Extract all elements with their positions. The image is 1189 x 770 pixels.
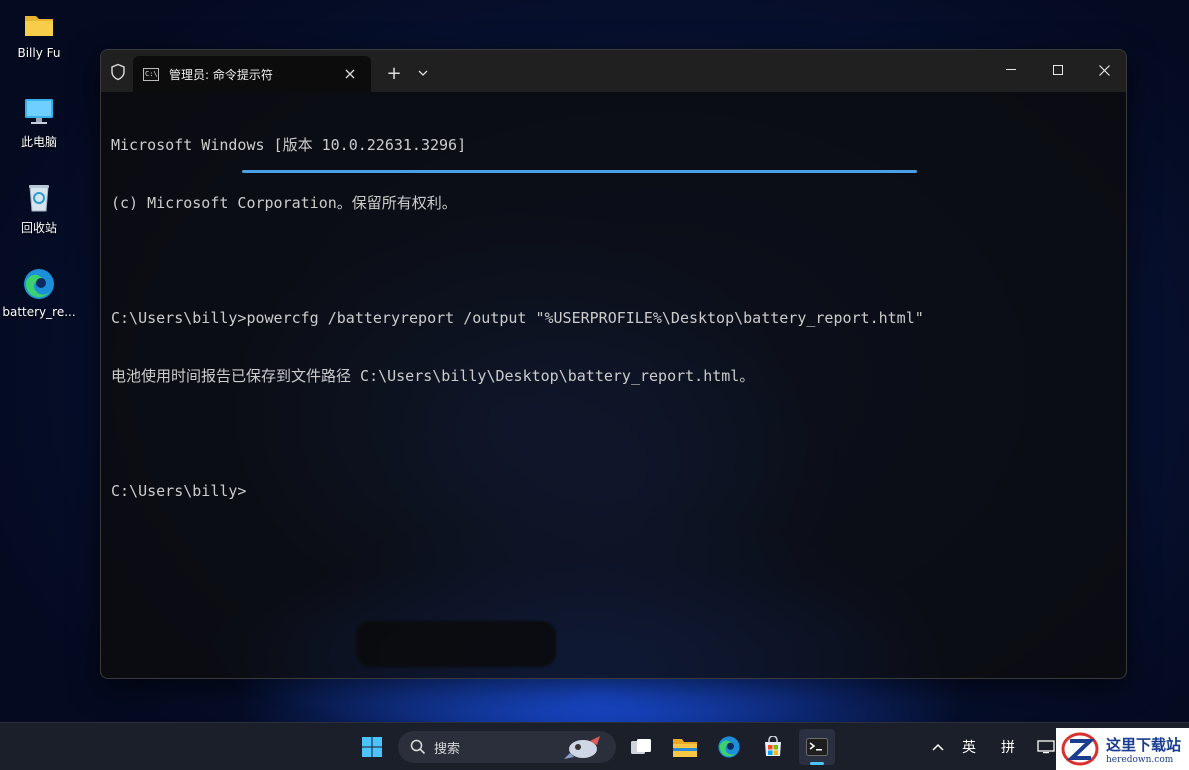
monitor-icon: [1037, 740, 1055, 754]
terminal-icon: [806, 738, 828, 756]
edge-icon: [718, 736, 740, 758]
chevron-up-icon: [932, 743, 944, 751]
taskbar-search-box[interactable]: 搜索: [398, 731, 616, 763]
computer-icon: [22, 95, 56, 129]
plus-icon: +: [386, 62, 402, 84]
file-explorer-button[interactable]: [667, 729, 703, 765]
store-button[interactable]: [755, 729, 791, 765]
close-icon: [345, 69, 355, 79]
tab-dropdown-button[interactable]: [413, 62, 433, 84]
close-icon: [1098, 64, 1110, 76]
tab-title: 管理员: 命令提示符: [169, 67, 273, 82]
minimize-icon: [1006, 69, 1016, 70]
input-language-indicator[interactable]: 英: [962, 737, 976, 757]
recycle-bin-icon: [22, 181, 56, 215]
start-icon: [362, 737, 382, 757]
start-button[interactable]: [354, 729, 390, 765]
new-tab-button[interactable]: +: [383, 62, 405, 84]
admin-shield-icon: [109, 63, 127, 81]
folder-icon: [22, 8, 56, 42]
show-hidden-icons-button[interactable]: [925, 729, 951, 765]
ime-mode-indicator[interactable]: 拼: [1001, 737, 1015, 757]
command-highlight-underline: [242, 170, 917, 173]
active-indicator: [810, 762, 824, 765]
edge-icon: [22, 267, 56, 301]
search-highlight-icon: [564, 736, 600, 759]
watermark-brand: 这里下载站: [1106, 735, 1182, 754]
title-bar: C:\ 管理员: 命令提示符 +: [101, 50, 1126, 92]
watermark-url: heredown.com: [1106, 754, 1174, 765]
redacted-area: [356, 621, 556, 667]
desktop-icon-label: 回收站: [20, 221, 57, 235]
edge-button[interactable]: [711, 729, 747, 765]
search-icon: [410, 739, 426, 755]
task-view-button[interactable]: [623, 729, 659, 765]
desktop-icon-battery-report[interactable]: battery_re...: [0, 267, 78, 319]
search-placeholder: 搜索: [434, 741, 461, 757]
maximize-icon: [1053, 65, 1063, 75]
file-explorer-icon: [673, 739, 697, 757]
console-output[interactable]: Microsoft Windows [版本 10.0.22631.3296] (…: [111, 98, 1116, 540]
cmd-icon: C:\: [143, 67, 159, 81]
console-command-line: C:\Users\billy>powercfg /batteryreport /…: [111, 309, 924, 328]
watermark: 这里下载站 heredown.com: [1056, 728, 1189, 770]
desktop-icon-label: 此电脑: [20, 135, 57, 149]
desktop-icon-user-folder[interactable]: Billy Fu: [0, 8, 78, 60]
watermark-logo-icon: [1061, 732, 1099, 766]
chevron-down-icon: [418, 70, 428, 76]
taskbar: 搜索 英 拼: [0, 722, 1189, 770]
desktop-icon-label: Billy Fu: [17, 46, 61, 60]
tab-command-prompt[interactable]: C:\ 管理员: 命令提示符: [133, 56, 371, 92]
terminal-window: C:\ 管理员: 命令提示符 + Microsoft Windows [版本 1…: [100, 49, 1127, 679]
console-line: Microsoft Windows [版本 10.0.22631.3296]: [111, 136, 467, 155]
desktop-icon-this-pc[interactable]: 此电脑: [0, 95, 78, 150]
desktop-icon-recycle-bin[interactable]: 回收站: [0, 181, 78, 236]
store-icon: [765, 736, 781, 756]
console-line: 电池使用时间报告已保存到文件路径 C:\Users\billy\Desktop\…: [111, 366, 755, 385]
network-button[interactable]: [1034, 729, 1058, 765]
terminal-taskbar-button[interactable]: [799, 729, 835, 765]
minimize-button[interactable]: [988, 50, 1034, 90]
close-button[interactable]: [1081, 50, 1126, 90]
task-view-icon: [631, 739, 651, 754]
console-prompt: C:\Users\billy>: [111, 482, 247, 501]
console-line: (c) Microsoft Corporation。保留所有权利。: [111, 194, 457, 213]
desktop-icon-label: battery_re...: [2, 305, 76, 319]
maximize-button[interactable]: [1035, 50, 1081, 90]
tab-close-button[interactable]: [339, 63, 361, 85]
